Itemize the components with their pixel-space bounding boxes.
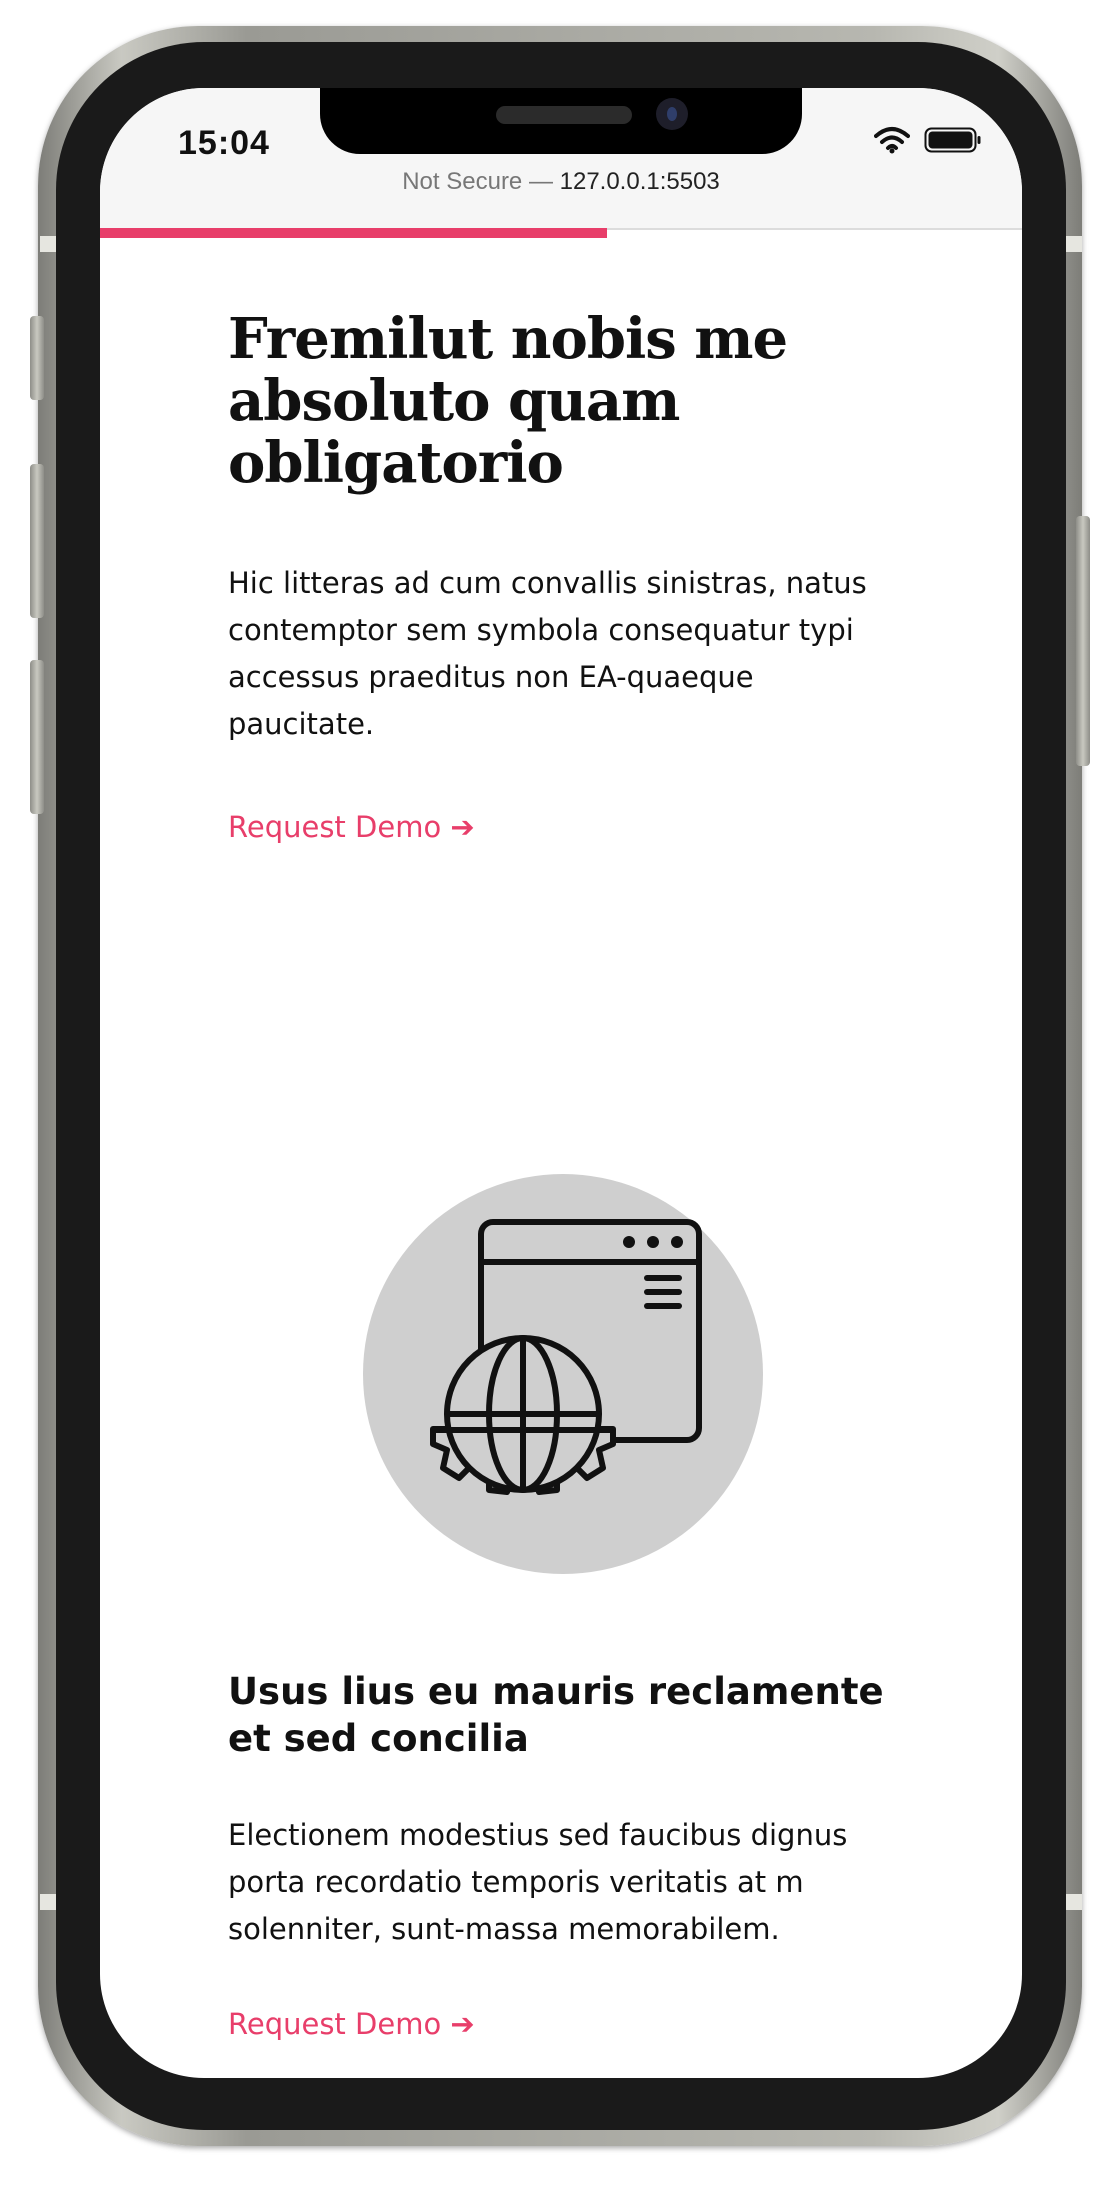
antenna-band [1064,236,1082,252]
feature-request-demo-link[interactable]: Request Demo ➔ [228,2007,475,2041]
hero-section: Fremilut nobis me absoluto quam obligato… [228,308,908,844]
front-camera [656,98,688,130]
security-label: Not Secure — [402,168,553,195]
web-globe-gear-icon [430,1219,702,1495]
hero-title: Fremilut nobis me absoluto quam obligato… [228,306,788,496]
status-time: 15:04 [178,124,270,162]
feature-title: Usus lius eu mauris reclamente et sed co… [228,1670,884,1760]
feature-icon-circle [363,1174,763,1574]
phone-screen: 15:04 Not Secure — 127.0.0.1:5503 Fremil… [100,88,1022,2078]
url-bar[interactable]: Not Secure — 127.0.0.1:5503 [100,168,1022,196]
power-button [1076,516,1090,766]
status-and-url-bar: 15:04 Not Secure — 127.0.0.1:5503 [100,88,1022,230]
battery-icon [924,127,981,153]
hero-description: Hic litteras ad cum convallis sinistras,… [228,566,867,741]
antenna-band [1064,1894,1082,1910]
feature-description: Electionem modestius sed faucibus dignus… [228,1818,848,1946]
speaker-grille [496,106,632,124]
wifi-icon [874,127,910,154]
hero-request-demo-link[interactable]: Request Demo ➔ [228,810,475,844]
notch [320,88,802,154]
page-load-progress-bar [100,228,608,238]
volume-down-button [30,660,44,814]
silent-switch [30,316,44,400]
volume-up-button [30,464,44,618]
url-host: 127.0.0.1:5503 [559,168,720,195]
feature-section: Usus lius eu mauris reclamente et sed co… [228,1668,908,2041]
status-icons [874,126,982,154]
